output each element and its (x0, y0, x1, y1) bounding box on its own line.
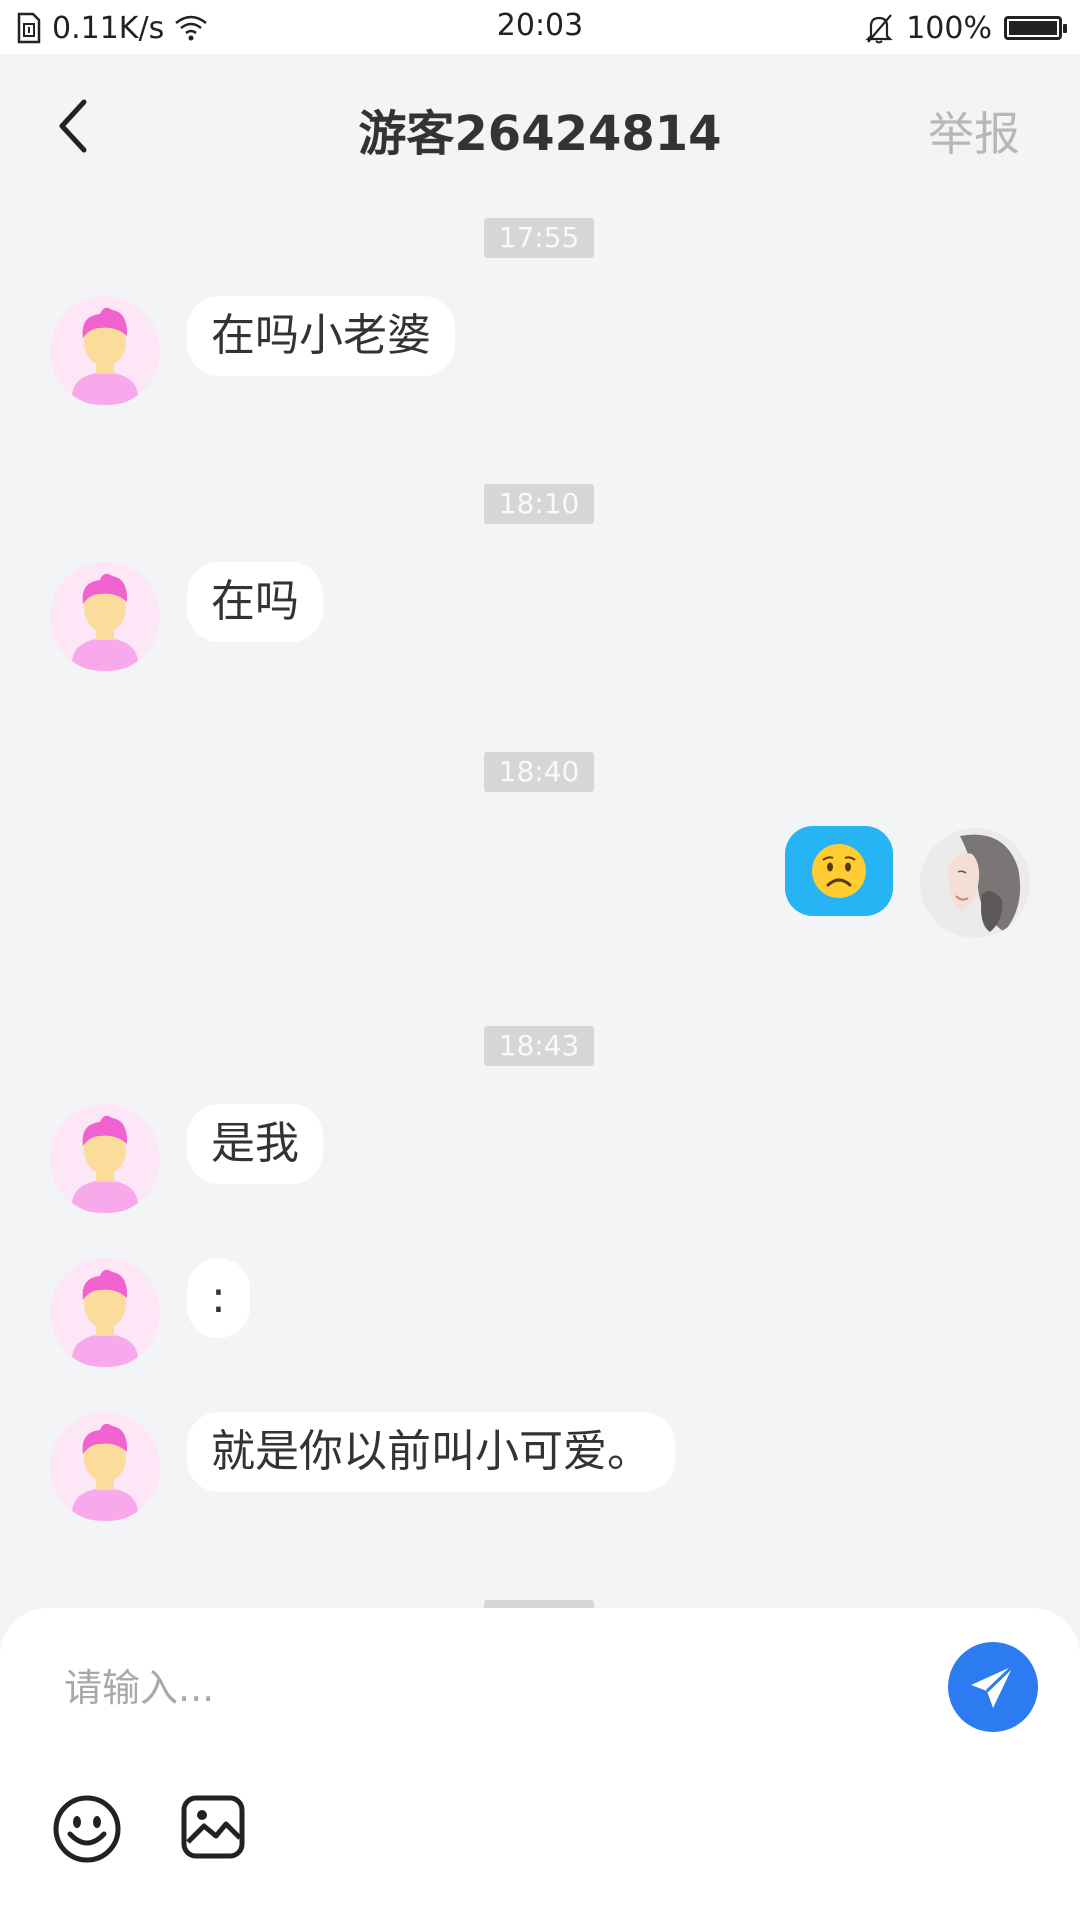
send-icon (971, 1664, 1015, 1708)
message-bubble[interactable]: 是我 (187, 1104, 323, 1184)
my-avatar[interactable] (920, 828, 1030, 938)
message-bubble[interactable]: : (187, 1258, 250, 1338)
image-icon (181, 1795, 245, 1859)
default-avatar-icon (50, 562, 160, 672)
status-right: 100% (864, 8, 1067, 48)
contact-avatar[interactable] (50, 1412, 160, 1522)
timestamp: 17:55 (484, 218, 594, 258)
send-button[interactable] (948, 1642, 1038, 1732)
timestamp-partial (484, 1600, 594, 1608)
contact-avatar[interactable] (50, 1104, 160, 1214)
default-avatar-icon (50, 1412, 160, 1522)
worried-face-emoji (812, 844, 866, 898)
image-button[interactable] (180, 1794, 246, 1860)
bell-off-icon (865, 14, 893, 44)
timestamp: 18:43 (484, 1026, 594, 1066)
chat-list[interactable]: 17:55 在吗小老婆 18:10 在吗 18:40 18:43 是我: 就是… (0, 198, 1080, 1608)
default-avatar-icon (50, 296, 160, 406)
battery-icon (1004, 16, 1067, 40)
message-bubble[interactable]: 在吗小老婆 (187, 296, 455, 376)
message-bubble[interactable]: 就是你以前叫小可爱。 (187, 1412, 675, 1492)
battery-percent: 100% (906, 10, 992, 46)
contact-avatar[interactable] (50, 562, 160, 672)
my-message-bubble[interactable] (785, 826, 893, 916)
emoji-icon (53, 1795, 121, 1863)
message-input[interactable] (64, 1648, 864, 1728)
emoji-button[interactable] (52, 1794, 122, 1864)
page-title: 游客26424814 (358, 106, 722, 162)
report-button[interactable]: 举报 (928, 98, 1020, 164)
default-avatar-icon (50, 1258, 160, 1368)
input-panel (0, 1608, 1080, 1920)
contact-avatar[interactable] (50, 1258, 160, 1368)
default-avatar-icon (50, 1104, 160, 1214)
timestamp: 18:40 (484, 752, 594, 792)
chat-header: 游客26424814 举报 (0, 54, 1080, 198)
timestamp: 18:10 (484, 484, 594, 524)
profile-photo (920, 828, 1030, 938)
status-bar: 0.11K/s 20:03 100% (0, 0, 1080, 54)
message-bubble[interactable]: 在吗 (187, 562, 323, 642)
contact-avatar[interactable] (50, 296, 160, 406)
